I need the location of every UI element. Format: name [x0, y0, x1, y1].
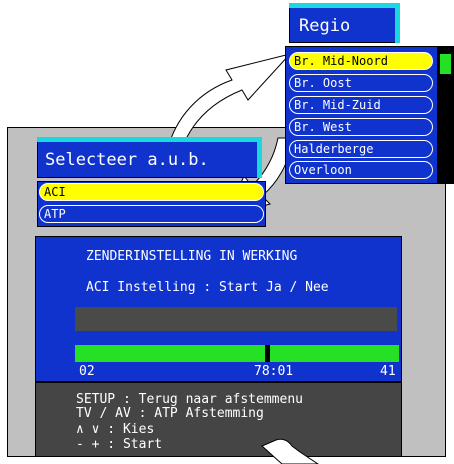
regio-item-br-mid-noord[interactable]: Br. Mid-Noord — [289, 52, 433, 70]
regio-item-br-mid-zuid[interactable]: Br. Mid-Zuid — [289, 96, 433, 114]
select-menu-title: Selecteer a.u.b. — [37, 137, 262, 178]
bottom-callout-arrow — [261, 438, 319, 464]
regio-item-br-oost[interactable]: Br. Oost — [289, 74, 433, 92]
select-item-aci[interactable]: ACI — [39, 183, 264, 201]
regio-item-halderberge[interactable]: Halderberge — [289, 140, 433, 158]
select-item-atp[interactable]: ATP — [39, 205, 264, 223]
regio-item-overloon[interactable]: Overloon — [289, 161, 433, 179]
regio-menu-title: Regio — [289, 3, 400, 43]
regio-scroll-thumb[interactable] — [440, 54, 451, 74]
regio-callout-arrow — [167, 53, 292, 149]
regio-item-br-west[interactable]: Br. West — [289, 118, 433, 136]
